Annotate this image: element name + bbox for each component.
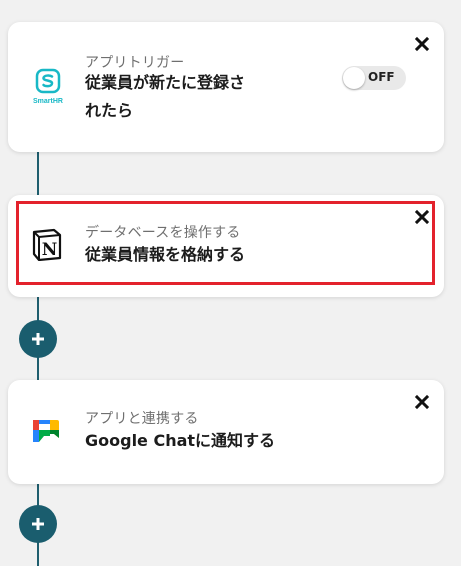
- add-step-button[interactable]: [19, 505, 57, 543]
- trigger-step-card[interactable]: SmartHR アプリトリガー 従業員が新たに登録さ れたら OFF: [8, 22, 444, 152]
- toggle-knob: [343, 67, 365, 89]
- step-title-line2: れたら: [85, 101, 134, 120]
- flow-connector: [37, 150, 39, 196]
- toggle-label: OFF: [368, 70, 395, 84]
- add-step-button[interactable]: [19, 320, 57, 358]
- notion-step-card[interactable]: N データベースを操作する 従業員情報を格納する: [8, 195, 444, 297]
- plus-icon: [32, 333, 44, 345]
- trigger-toggle[interactable]: OFF: [342, 66, 406, 90]
- smarthr-logo-text: SmartHR: [33, 98, 63, 105]
- step-title: 従業員情報を格納する: [85, 245, 246, 264]
- notion-logo-text: N: [42, 240, 58, 260]
- smarthr-logo: SmartHR: [28, 68, 68, 108]
- close-icon[interactable]: [414, 209, 430, 225]
- step-subtitle: データベースを操作する: [85, 225, 241, 241]
- google-chat-logo: [30, 416, 62, 448]
- google-chat-step-card[interactable]: アプリと連携する Google Chatに通知する: [8, 380, 444, 484]
- plus-icon: [32, 518, 44, 530]
- step-subtitle: アプリと連携する: [85, 411, 199, 427]
- close-icon[interactable]: [414, 36, 430, 52]
- notion-logo: N: [30, 227, 64, 262]
- step-title: 従業員が新たに登録さ れたら: [85, 69, 245, 125]
- close-icon[interactable]: [414, 394, 430, 410]
- step-title-line1: 従業員が新たに登録さ: [85, 73, 246, 92]
- step-title: Google Chatに通知する: [85, 431, 276, 450]
